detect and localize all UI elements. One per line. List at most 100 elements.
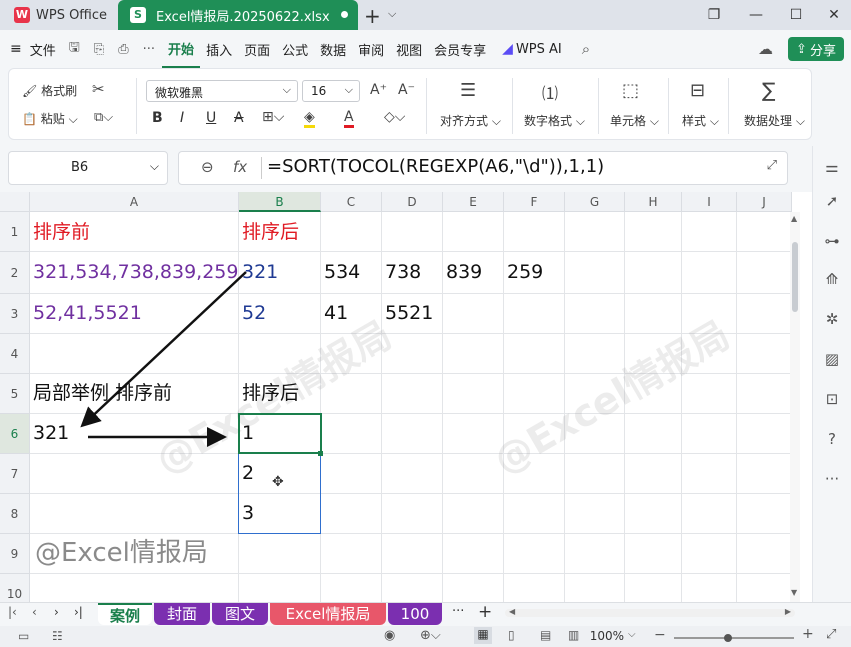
- style-icon[interactable]: ⊟: [690, 80, 705, 101]
- add-sheet-button[interactable]: +: [478, 602, 492, 622]
- help-icon[interactable]: ?: [821, 428, 843, 450]
- decrease-font-icon[interactable]: A⁻: [398, 82, 415, 98]
- spreadsheet-grid[interactable]: A B C D E F G H I J 1 2 3 4 5 6 7 8 9 10…: [0, 192, 800, 602]
- tools-icon[interactable]: ✲: [821, 308, 843, 330]
- format-painter-button[interactable]: 🖌 格式刷: [22, 82, 77, 99]
- reading-view-icon[interactable]: ▥: [568, 628, 579, 642]
- horizontal-scrollbar[interactable]: ◀ ▶: [505, 607, 795, 617]
- data-process-button[interactable]: 数据处理 ⌵: [744, 112, 805, 129]
- scroll-down-arrow-icon[interactable]: ▼: [791, 588, 797, 597]
- notes-icon[interactable]: ☷: [52, 629, 63, 643]
- formula-input[interactable]: ⊖ fx =SORT(TOCOL(REGEXP(A6,"\d")),1,1) ⤢: [178, 151, 788, 185]
- save-icon[interactable]: 🖫: [69, 38, 80, 60]
- border-icon[interactable]: ⊞⌵: [262, 109, 284, 125]
- zoom-dropdown-icon[interactable]: ⌵: [628, 629, 636, 640]
- pointer-icon[interactable]: ➚: [821, 190, 843, 212]
- menu-formula[interactable]: 公式: [276, 30, 314, 68]
- shape-icon[interactable]: ⟰: [821, 268, 843, 290]
- cloud-icon[interactable]: ☁: [758, 40, 773, 58]
- more-sheets-button[interactable]: ···: [452, 604, 464, 619]
- cut-icon[interactable]: ✂: [92, 80, 105, 98]
- sliders-icon[interactable]: ⚌: [821, 156, 843, 178]
- file-tab[interactable]: S Excel情报局.20250622.xlsx: [118, 0, 358, 30]
- wps-home-tab[interactable]: W WPS Office: [0, 0, 118, 30]
- scroll-up-arrow-icon[interactable]: ▲: [791, 214, 797, 223]
- style-button[interactable]: 样式 ⌵: [682, 112, 719, 129]
- name-box[interactable]: B6 ⌵: [8, 151, 168, 185]
- h-scroll-right-icon[interactable]: ▶: [785, 607, 791, 616]
- fx-icon[interactable]: fx: [233, 158, 247, 176]
- zoom-out-button[interactable]: −: [654, 627, 666, 643]
- expand-formula-icon[interactable]: ⤢: [767, 158, 777, 173]
- sum-icon[interactable]: ∑: [762, 78, 775, 102]
- chart-icon[interactable]: ▨: [821, 348, 843, 370]
- sheet-tab-cover[interactable]: 封面: [154, 603, 210, 625]
- find-icon[interactable]: ⊡: [821, 388, 843, 410]
- menu-home[interactable]: 开始: [162, 30, 201, 68]
- hamburger-icon[interactable]: ≡: [10, 41, 22, 57]
- new-tab-button[interactable]: +: [364, 4, 381, 28]
- zoom-slider-thumb[interactable]: [724, 634, 732, 642]
- restore-tabs-icon[interactable]: ❐: [694, 0, 734, 30]
- menu-data[interactable]: 数据: [314, 30, 352, 68]
- number-format-icon[interactable]: ⑴: [542, 80, 558, 104]
- maximize-button[interactable]: ☐: [776, 0, 816, 30]
- scroll-thumb[interactable]: [792, 242, 798, 312]
- tab-list-chevron-icon[interactable]: ⌵: [388, 7, 396, 21]
- fullscreen-icon[interactable]: ⤢: [826, 627, 836, 642]
- sheet-tab-case[interactable]: 案例: [98, 603, 152, 625]
- sheet-tab-100[interactable]: 100: [388, 603, 442, 625]
- menu-wps-ai[interactable]: WPS AI: [513, 30, 568, 68]
- menu-page[interactable]: 页面: [238, 30, 276, 68]
- minimize-button[interactable]: —: [736, 0, 776, 30]
- vertical-scrollbar[interactable]: ▲ ▼: [790, 212, 800, 602]
- strikethrough-button[interactable]: A: [234, 110, 244, 126]
- zoom-level[interactable]: 100%: [580, 629, 624, 643]
- sheet-tab-excel[interactable]: Excel情报局: [270, 603, 386, 625]
- bold-button[interactable]: B: [152, 110, 163, 126]
- search-icon[interactable]: ⌕: [582, 40, 590, 58]
- export-icon[interactable]: ⎘: [94, 42, 104, 57]
- sheet-tab-graphic[interactable]: 图文: [212, 603, 268, 625]
- normal-view-icon[interactable]: ▦: [474, 627, 492, 644]
- prev-sheet-icon[interactable]: ‹: [32, 605, 37, 619]
- more-icon[interactable]: ···: [143, 42, 155, 57]
- close-button[interactable]: ✕: [814, 0, 851, 30]
- font-name-select[interactable]: 微软雅黑 ⌵: [146, 80, 298, 102]
- adjust-icon[interactable]: ⊶: [821, 230, 843, 252]
- eye-icon[interactable]: ◉: [384, 628, 395, 643]
- next-sheet-icon[interactable]: ›: [54, 605, 59, 619]
- page-break-view-icon[interactable]: ▤: [540, 628, 551, 642]
- cell-icon[interactable]: ⬚: [622, 80, 639, 101]
- copy-icon[interactable]: ⧉⌵: [94, 110, 113, 125]
- file-menu[interactable]: 文件: [30, 30, 62, 68]
- font-color-icon[interactable]: A: [344, 109, 354, 128]
- menu-view[interactable]: 视图: [390, 30, 428, 68]
- align-icon[interactable]: ☰: [460, 80, 476, 101]
- first-sheet-icon[interactable]: |‹: [8, 605, 17, 619]
- menu-review[interactable]: 审阅: [352, 30, 390, 68]
- zoom-slider[interactable]: [674, 634, 794, 642]
- print-icon[interactable]: ⎙: [118, 42, 128, 57]
- page-view-icon[interactable]: ▯: [508, 628, 515, 642]
- zoom-in-button[interactable]: +: [802, 626, 814, 642]
- macro-icon[interactable]: ▭: [18, 629, 29, 643]
- menu-member[interactable]: 会员专享: [428, 30, 492, 68]
- cell-button[interactable]: 单元格 ⌵: [610, 112, 659, 129]
- h-scroll-left-icon[interactable]: ◀: [509, 607, 515, 616]
- zoom-formula-icon[interactable]: ⊖: [201, 158, 214, 176]
- share-button[interactable]: ⇪ 分享: [788, 37, 844, 61]
- underline-button[interactable]: U: [206, 110, 216, 126]
- number-format-button[interactable]: 数字格式 ⌵: [524, 112, 585, 129]
- last-sheet-icon[interactable]: ›|: [74, 605, 83, 619]
- paste-button[interactable]: 📋 粘贴 ⌵: [22, 110, 78, 127]
- more-dots-icon[interactable]: ···: [821, 468, 843, 490]
- menu-insert[interactable]: 插入: [200, 30, 238, 68]
- increase-font-icon[interactable]: A⁺: [370, 82, 387, 98]
- italic-button[interactable]: I: [180, 110, 184, 126]
- font-size-select[interactable]: 16 ⌵: [302, 80, 360, 102]
- align-button[interactable]: 对齐方式 ⌵: [440, 112, 501, 129]
- fill-color-icon[interactable]: ◈: [304, 109, 315, 128]
- position-icon[interactable]: ⊕⌵: [420, 628, 441, 643]
- clear-format-icon[interactable]: ◇⌵: [384, 109, 405, 125]
